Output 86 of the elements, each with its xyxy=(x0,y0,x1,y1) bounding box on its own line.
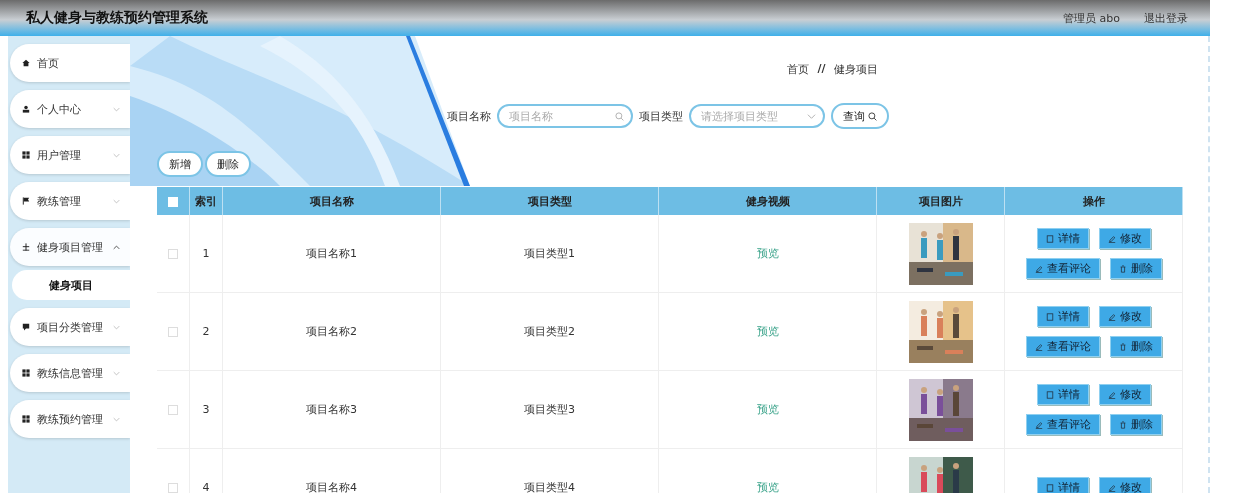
flag-icon xyxy=(22,197,30,205)
search-icon xyxy=(615,112,624,121)
chat-icon xyxy=(22,323,30,331)
comments-button[interactable]: 查看评论 xyxy=(1025,414,1100,435)
doc-icon xyxy=(1045,390,1054,399)
delete-button[interactable]: 删除 xyxy=(1109,336,1162,357)
breadcrumb-separator: // xyxy=(817,62,826,77)
table-cell: 3 xyxy=(189,370,223,449)
breadcrumb-link[interactable]: 首页 xyxy=(787,62,810,77)
trash-icon xyxy=(1118,342,1127,351)
table-cell: 项目类型4 xyxy=(440,448,659,493)
sidebar-item[interactable]: 个人中心 xyxy=(10,90,130,128)
sidebar-item[interactable]: 教练管理 xyxy=(10,182,130,220)
doc-icon xyxy=(1045,483,1054,492)
table-cell: 1 xyxy=(189,215,223,293)
app-title: 私人健身与教练预约管理系统 xyxy=(26,9,208,27)
sidebar-item[interactable]: 教练信息管理 xyxy=(10,354,130,392)
column-header: 索引 xyxy=(189,187,223,215)
edit-icon xyxy=(1107,312,1116,321)
table-cell: 项目类型3 xyxy=(440,370,659,449)
column-header: 项目类型 xyxy=(440,187,659,215)
search-icon xyxy=(868,111,877,121)
user-name: 管理员 abo xyxy=(1063,10,1120,26)
edit-button[interactable]: 修改 xyxy=(1098,477,1151,493)
trash-icon xyxy=(1118,420,1127,429)
chevron-down-icon xyxy=(807,112,816,121)
edit-icon xyxy=(1034,420,1043,429)
table-cell: 项目名称3 xyxy=(222,370,441,449)
detail-button[interactable]: 详情 xyxy=(1036,228,1089,249)
comments-button[interactable]: 查看评论 xyxy=(1025,258,1100,279)
delete-button[interactable]: 删除 xyxy=(205,151,251,177)
home-icon xyxy=(22,59,30,67)
column-header: 项目名称 xyxy=(222,187,441,215)
table-cell: 4 xyxy=(189,448,223,493)
preview-link[interactable]: 预览 xyxy=(756,403,779,416)
logout-link[interactable]: 退出登录 xyxy=(1144,10,1188,26)
edit-icon xyxy=(1107,483,1116,492)
preview-link[interactable]: 预览 xyxy=(756,247,779,260)
checkbox[interactable] xyxy=(168,249,178,259)
table-cell: 项目名称2 xyxy=(222,292,441,371)
detail-button[interactable]: 详情 xyxy=(1036,384,1089,405)
delete-button[interactable]: 删除 xyxy=(1109,414,1162,435)
edit-icon xyxy=(1107,234,1116,243)
doc-icon xyxy=(1045,312,1054,321)
edit-icon xyxy=(1107,390,1116,399)
checkbox[interactable] xyxy=(168,405,178,415)
edit-icon xyxy=(1034,264,1043,273)
field-label: 项目类型 xyxy=(639,108,683,124)
type-select[interactable]: 请选择项目类型 xyxy=(689,104,825,128)
table-cell: 项目名称1 xyxy=(222,215,441,293)
checkbox[interactable] xyxy=(168,483,178,493)
detail-button[interactable]: 详情 xyxy=(1036,306,1089,327)
column-header: 项目图片 xyxy=(876,187,1005,215)
grid-icon xyxy=(22,151,30,159)
edit-button[interactable]: 修改 xyxy=(1098,228,1151,249)
edit-button[interactable]: 修改 xyxy=(1098,306,1151,327)
column-header: 操作 xyxy=(1004,187,1183,215)
sidebar-item[interactable]: 首页 xyxy=(10,44,130,82)
table-cell: 项目类型1 xyxy=(440,215,659,293)
preview-link[interactable]: 预览 xyxy=(756,325,779,338)
table-cell: 项目类型2 xyxy=(440,292,659,371)
query-button[interactable]: 查询 xyxy=(831,103,889,129)
grid-icon xyxy=(22,415,30,423)
table-cell: 2 xyxy=(189,292,223,371)
breadcrumb-current: 健身项目 xyxy=(833,62,878,77)
grid-icon xyxy=(22,369,30,377)
preview-link[interactable]: 预览 xyxy=(756,481,779,493)
table-cell: 项目名称4 xyxy=(222,448,441,493)
add-button[interactable]: 新增 xyxy=(157,151,203,177)
sidebar-item[interactable]: 项目分类管理 xyxy=(10,308,130,346)
person-icon xyxy=(22,105,30,113)
checkbox[interactable] xyxy=(168,327,178,337)
doc-icon xyxy=(1045,234,1054,243)
trash-icon xyxy=(1118,264,1127,273)
search-field[interactable]: 项目名称 xyxy=(497,104,633,128)
sidebar-subitem[interactable]: 健身项目 xyxy=(12,270,130,300)
dumbbell-icon xyxy=(22,243,30,251)
comments-button[interactable]: 查看评论 xyxy=(1025,336,1100,357)
column-header: 健身视频 xyxy=(658,187,877,215)
edit-icon xyxy=(1034,342,1043,351)
detail-button[interactable]: 详情 xyxy=(1036,477,1089,493)
field-label: 项目名称 xyxy=(447,108,491,124)
sidebar-item[interactable]: 用户管理 xyxy=(10,136,130,174)
delete-button[interactable]: 删除 xyxy=(1109,258,1162,279)
sidebar-item[interactable]: 教练预约管理 xyxy=(10,400,130,438)
edit-button[interactable]: 修改 xyxy=(1098,384,1151,405)
